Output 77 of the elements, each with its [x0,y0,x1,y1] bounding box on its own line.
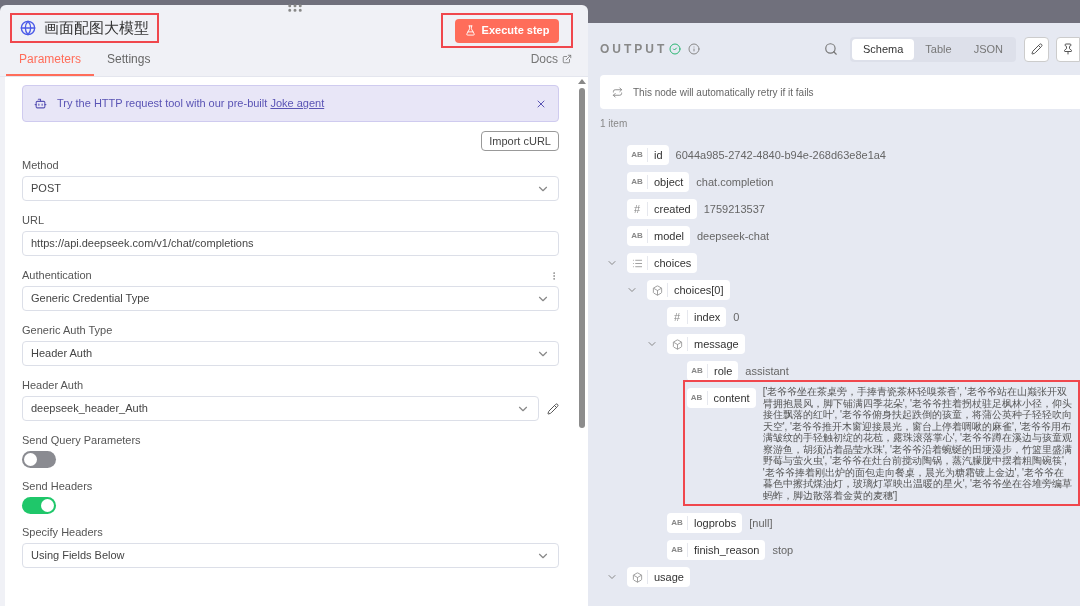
field-value: 1759213537 [703,202,765,217]
field-value: [null] [749,516,773,531]
field-label: Generic Auth Type [22,323,113,339]
field-pill[interactable]: # index [667,307,727,327]
type-icon: # [673,308,681,326]
toggle-switch[interactable] [22,451,56,468]
field-value: deepseek-chat [696,229,770,244]
toggle-switch[interactable] [22,497,56,514]
pencil-icon[interactable] [547,402,559,415]
select-field[interactable]: POST [22,176,559,201]
item-count: 1 item [600,117,629,131]
field-pill[interactable]: choices [627,253,698,273]
field-value: 6044a985-2742-4840-b94e-268d63e8e1a4 [675,148,886,163]
tab[interactable]: Settings [94,50,164,76]
flask-icon [464,25,476,36]
cube-icon [631,571,643,583]
type-icon: AB [631,230,643,242]
type-icon: AB [671,517,683,529]
view-tab[interactable]: JSON [962,38,1014,60]
edit-button[interactable] [1024,36,1049,62]
import-curl-button[interactable]: Import cURL [481,131,559,151]
scrollbar-thumb[interactable] [579,88,585,428]
type-icon: AB [691,365,703,377]
field-value: assistant [745,364,789,379]
info-icon[interactable] [688,43,701,55]
pin-button[interactable] [1056,36,1080,62]
field-pill[interactable]: AB finish_reason [667,540,766,560]
field-label: Specify Headers [22,525,103,541]
type-icon: AB [631,176,643,188]
docs-link[interactable]: Docs [530,50,582,76]
external-link-icon [562,54,572,64]
repeat-icon [612,86,623,98]
field-label: Send Query Parameters [22,433,141,449]
field-pill[interactable]: AB role [687,361,739,381]
field-label: Method [22,158,59,174]
cube-icon [651,284,663,296]
cube-icon [671,338,683,350]
list-icon [631,257,643,269]
robot-icon [34,97,47,110]
check-circle-icon [669,43,682,55]
field-pill[interactable]: AB logprobs [667,513,743,533]
pencil-icon [1030,43,1043,55]
field-value: stop [772,543,794,558]
field-pill[interactable]: AB content [686,388,756,408]
field-pill[interactable]: message [667,334,745,354]
type-icon: AB [671,544,683,556]
globe-icon [20,20,36,36]
select-field[interactable]: Using Fields Below [22,543,559,568]
notice-text: This node will automatically retry if it fails [633,85,814,100]
type-icon: AB [631,149,643,161]
field-pill[interactable]: choices[0] [647,280,730,300]
field-pill[interactable]: # created [627,199,697,219]
view-tab[interactable]: Table [914,38,963,60]
type-icon: AB [690,392,703,404]
view-tab[interactable]: Schema [852,38,915,60]
output-title: OUTPUT [600,41,668,58]
field-label: Send Headers [22,479,93,495]
field-label: Header Auth [22,378,84,394]
field-label: Authentication [22,268,92,284]
node-title: 画面配图大模型 [44,17,149,38]
select-field[interactable]: Header Auth [22,341,559,366]
field-value: ['老爷爷坐在茶桌旁，手捧青瓷茶杯轻嗅茶香', '老爷爷站在山巅张开双臂拥抱晨风，脚下铺满四季花朵', '老爷爷拄着拐杖驻足枫林小径，仰头接住飘落的红叶', '老爷爷俯身扶起跌倒的孩童，将蒲公英种子轻轻吹向天空', '老爷爷推开木窗迎接晨光，窗台上停着啁啾的麻雀', '老爷爷用布满皱纹的手轻触初绽的花苞，露珠滚落掌心', '老爷爷蹲在溪边与孩童观察游鱼，胡须沾着晶莹水珠', '老爷爷沿着蜿蜒的田埂漫步，竹篮里盛满野莓与萤火虫', '老爷爷在灶台前搅动陶锅，蒸汽朦胧中摆着粗陶碗筷', '老爷爷捧着刚出炉的面包走向餐桌，晨光为糖霜镀上金边', '老爷爷在暮色中擦拭煤油灯，玻璃灯罩映出温暖的星火', '老爷爷坐在谷堆旁编草蚂蚱，脚边散落着金黄的麦穗'] [762,386,1072,501]
input-field[interactable]: https://api.deepseek.com/v1/chat/completions [22,231,559,256]
field-label: URL [22,213,44,229]
field-pill[interactable]: AB object [627,172,690,192]
field-pill[interactable]: AB id [627,145,669,165]
select-field[interactable]: deepseek_header_Auth [22,396,539,421]
banner-text: Try the HTTP request tool with our pre-built [57,96,269,112]
field-value: chat.completion [696,175,774,190]
select-field[interactable]: Generic Credential Type [22,286,559,311]
search-icon[interactable] [824,42,838,56]
pin-icon [1062,43,1074,55]
type-icon: # [633,200,641,218]
field-value: 0 [733,310,740,325]
field-pill[interactable]: usage [627,567,690,587]
field-pill[interactable]: AB model [627,226,690,246]
joke-agent-link[interactable]: Joke agent [270,95,325,112]
